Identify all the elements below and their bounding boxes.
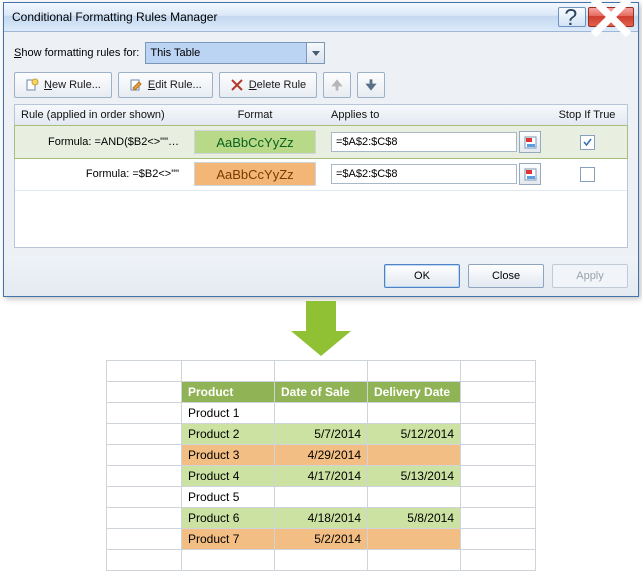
move-up-button[interactable] — [323, 72, 351, 98]
cf-rules-manager-dialog: Conditional Formatting Rules Manager ? S… — [3, 2, 639, 297]
stop-if-true-checkbox[interactable] — [580, 135, 595, 150]
col-rule-header: Rule (applied in order shown) — [15, 105, 185, 125]
apply-button[interactable]: Apply — [552, 264, 628, 288]
svg-text:?: ? — [564, 4, 577, 30]
col-stop-header: Stop If True — [547, 105, 627, 125]
format-preview: AaBbCcYyZz — [194, 130, 316, 154]
rules-table: Rule (applied in order shown) Format App… — [14, 104, 628, 248]
sheet-cell[interactable]: 4/17/2014 — [275, 466, 368, 487]
range-picker-button[interactable] — [519, 163, 541, 185]
sheet-cell[interactable] — [368, 403, 461, 424]
new-rule-button[interactable]: New Rule... — [14, 72, 112, 98]
close-button[interactable]: Close — [468, 264, 544, 288]
sheet-cell[interactable]: 4/18/2014 — [275, 508, 368, 529]
applies-to-input[interactable] — [331, 132, 517, 152]
sheet-cell[interactable]: 4/29/2014 — [275, 445, 368, 466]
scope-select[interactable]: This Table — [145, 42, 325, 64]
sheet-row: Product 34/29/2014 — [107, 445, 536, 466]
sheet-cell[interactable]: Product 7 — [182, 529, 275, 550]
rules-table-header: Rule (applied in order shown) Format App… — [15, 105, 627, 126]
sample-sheet: Product Date of Sale Delivery Date Produ… — [106, 360, 536, 571]
scope-select-value: This Table — [150, 47, 200, 59]
scope-label: Show formatting rules for: — [14, 47, 139, 59]
sheet-row: Product 44/17/20145/13/2014 — [107, 466, 536, 487]
rule-row[interactable]: Formula: =AND($B2<>""… AaBbCcYyZz — [14, 125, 628, 159]
sheet-header-row: Product Date of Sale Delivery Date — [107, 382, 536, 403]
sheet-cell[interactable]: Product 5 — [182, 487, 275, 508]
sheet-cell[interactable] — [368, 445, 461, 466]
arrow-down-icon — [364, 78, 378, 92]
col-applies-header: Applies to — [325, 105, 547, 125]
new-rule-icon — [25, 78, 39, 92]
sheet-cell[interactable]: Product 1 — [182, 403, 275, 424]
sheet-header: Product — [182, 382, 275, 403]
sheet-row: Product 25/7/20145/12/2014 — [107, 424, 536, 445]
range-picker-icon — [524, 136, 537, 149]
result-arrow-icon — [291, 301, 351, 356]
close-icon — [589, 0, 633, 39]
sheet-row: Product 64/18/20145/8/2014 — [107, 508, 536, 529]
sheet-cell[interactable]: 5/2/2014 — [275, 529, 368, 550]
rule-formula: Formula: =$B2<>"" — [15, 158, 185, 190]
applies-to-input[interactable] — [331, 164, 517, 184]
edit-rule-button[interactable]: Edit Rule... — [118, 72, 213, 98]
delete-rule-button[interactable]: Delete Rule — [219, 72, 318, 98]
dialog-footer: OK Close Apply — [4, 256, 638, 296]
stop-if-true-checkbox[interactable] — [580, 167, 595, 182]
sheet-cell[interactable]: Product 2 — [182, 424, 275, 445]
ok-button[interactable]: OK — [384, 264, 460, 288]
chevron-down-icon — [306, 43, 324, 63]
range-picker-icon — [524, 168, 537, 181]
scope-row: Show formatting rules for: This Table — [14, 42, 628, 64]
sheet-row: Product 75/2/2014 — [107, 529, 536, 550]
sheet-cell[interactable]: 5/13/2014 — [368, 466, 461, 487]
sheet-cell[interactable] — [368, 529, 461, 550]
dialog-title: Conditional Formatting Rules Manager — [12, 10, 556, 24]
sheet-cell[interactable] — [275, 403, 368, 424]
sheet-row: Product 1 — [107, 403, 536, 424]
edit-rule-icon — [129, 78, 143, 92]
sheet-cell[interactable] — [275, 487, 368, 508]
move-down-button[interactable] — [357, 72, 385, 98]
rule-row[interactable]: Formula: =$B2<>"" AaBbCcYyZz — [15, 158, 627, 191]
grid-spacer-row — [107, 550, 536, 571]
close-window-button[interactable] — [588, 7, 634, 27]
help-icon: ? — [559, 4, 585, 30]
sheet-header: Delivery Date — [368, 382, 461, 403]
sheet-cell[interactable]: 5/12/2014 — [368, 424, 461, 445]
format-preview: AaBbCcYyZz — [194, 162, 316, 186]
sheet-wrap: Product Date of Sale Delivery Date Produ… — [0, 360, 642, 579]
sheet-cell[interactable]: Product 6 — [182, 508, 275, 529]
rule-formula: Formula: =AND($B2<>""… — [15, 126, 185, 158]
sheet-header: Date of Sale — [275, 382, 368, 403]
sheet-cell[interactable]: 5/7/2014 — [275, 424, 368, 445]
toolbar: New Rule... Edit Rule... Delete Rule — [14, 72, 628, 98]
arrow-up-icon — [330, 78, 344, 92]
range-picker-button[interactable] — [519, 131, 541, 153]
sheet-cell[interactable]: 5/8/2014 — [368, 508, 461, 529]
delete-icon — [230, 78, 244, 92]
grid-spacer-row — [107, 361, 536, 382]
sheet-row: Product 5 — [107, 487, 536, 508]
col-format-header: Format — [185, 105, 325, 125]
sheet-cell[interactable]: Product 3 — [182, 445, 275, 466]
titlebar: Conditional Formatting Rules Manager ? — [4, 3, 638, 32]
sheet-cell[interactable]: Product 4 — [182, 466, 275, 487]
help-button[interactable]: ? — [558, 7, 586, 27]
dialog-body: Show formatting rules for: This Table Ne… — [4, 32, 638, 256]
sheet-cell[interactable] — [368, 487, 461, 508]
